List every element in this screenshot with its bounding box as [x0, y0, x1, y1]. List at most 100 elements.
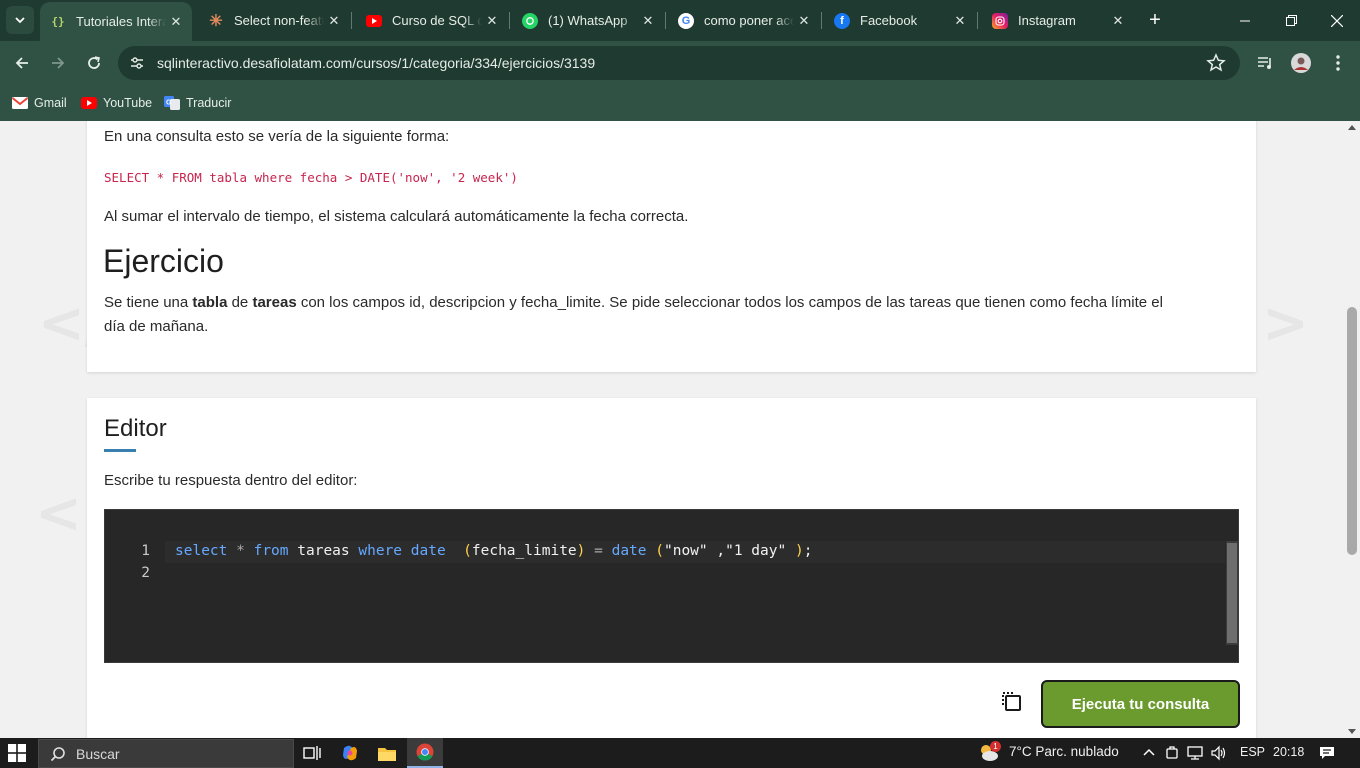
close-icon[interactable]: ✕ [324, 13, 344, 29]
close-icon[interactable]: ✕ [794, 13, 814, 29]
tab-google-search[interactable]: G como poner ace ✕ [668, 0, 820, 41]
token-function: date [611, 543, 647, 559]
chevron-up-icon[interactable] [1141, 745, 1157, 761]
token-paren: ) [794, 543, 804, 559]
reload-button[interactable] [80, 49, 108, 77]
close-icon[interactable]: ✕ [482, 13, 502, 29]
chevron-down-icon [15, 17, 25, 24]
bookmark-gmail[interactable]: Gmail [12, 92, 67, 114]
youtube-icon [81, 97, 97, 109]
tab-facebook[interactable]: f Facebook ✕ [824, 0, 976, 41]
forward-button[interactable] [44, 49, 72, 77]
editor-instruction: Escribe tu respuesta dentro del editor: [104, 472, 358, 489]
task-view-icon [303, 746, 321, 760]
token-keyword: from [253, 543, 289, 559]
tab-title: como poner ace [704, 13, 794, 28]
plus-icon: + [1149, 8, 1161, 31]
bookmarks-bar: Gmail YouTube G Traducir [0, 85, 1360, 121]
page-scrollbar[interactable] [1344, 121, 1360, 738]
close-icon[interactable]: ✕ [166, 14, 186, 30]
editor-scroll-thumb[interactable] [1227, 543, 1237, 643]
token-paren: ) [576, 543, 586, 559]
new-tab-button[interactable]: + [1143, 8, 1167, 32]
profile-avatar[interactable] [1288, 50, 1314, 76]
chrome-taskbar-button[interactable] [407, 738, 443, 768]
page-scroll-thumb[interactable] [1347, 307, 1357, 555]
lesson-intro: En una consulta esto se vería de la sigu… [104, 128, 450, 145]
tab-tutoriales[interactable]: {} Tutoriales Intera ✕ [40, 2, 192, 41]
weather-text[interactable]: 7°C Parc. nublado [1009, 744, 1119, 759]
copilot-button[interactable] [332, 738, 368, 768]
token-operator: * [236, 543, 245, 559]
editor-scrollbar[interactable] [1226, 541, 1238, 645]
tab-instagram[interactable]: Instagram ✕ [982, 0, 1134, 41]
volume-icon[interactable] [1210, 745, 1226, 761]
line-number: 2 [141, 565, 150, 581]
tab-select-non-featured[interactable]: ✳ Select non-featu ✕ [198, 0, 350, 41]
scroll-up-arrow-icon[interactable] [1348, 125, 1356, 130]
media-queue-icon [1258, 57, 1271, 69]
network-icon[interactable] [1187, 745, 1203, 761]
task-view-button[interactable] [294, 738, 330, 768]
google-translate-icon: G [164, 96, 180, 110]
code-line[interactable]: select * from tareas where date (fecha_l… [175, 543, 812, 559]
restore-button[interactable] [1268, 0, 1314, 41]
close-icon [1331, 14, 1343, 27]
address-bar[interactable]: sqlinteractivo.desafiolatam.com/cursos/1… [118, 46, 1240, 80]
avatar-icon [1291, 53, 1311, 73]
bookmark-youtube[interactable]: YouTube [81, 92, 152, 114]
tab-whatsapp[interactable]: (1) WhatsApp ✕ [512, 0, 664, 41]
bookmark-label: Gmail [34, 96, 67, 110]
bookmark-star-icon[interactable] [1206, 53, 1226, 73]
minimize-icon [1240, 20, 1250, 21]
onedrive-sync-icon[interactable] [1164, 745, 1180, 761]
page-viewport: </> > < En una consulta esto se vería de… [0, 121, 1344, 738]
editor-card: Editor Escribe tu respuesta dentro del e… [87, 398, 1256, 738]
notifications-icon[interactable] [1319, 745, 1335, 761]
close-window-button[interactable] [1314, 0, 1360, 41]
token-keyword: select [175, 543, 228, 559]
claude-sunburst-icon: ✳ [209, 12, 223, 30]
scroll-down-arrow-icon[interactable] [1348, 729, 1356, 734]
windows-start-icon[interactable] [8, 744, 26, 762]
tab-separator [665, 12, 666, 29]
site-settings-icon[interactable] [128, 54, 146, 72]
tab-search-button[interactable] [6, 6, 34, 34]
tab-title: Instagram [1018, 13, 1076, 28]
token-identifier: tareas [297, 543, 350, 559]
language-indicator[interactable]: ESP [1240, 745, 1265, 759]
sql-code-editor[interactable]: 1 2 select * from tareas where date (fec… [104, 509, 1239, 663]
windows-taskbar: Buscar 1 7°C Parc. nublado ESP 20:18 [0, 738, 1360, 768]
weather-alert-badge: 1 [990, 741, 1001, 752]
close-icon[interactable]: ✕ [638, 13, 658, 29]
bookmark-label: YouTube [103, 96, 153, 110]
token-punctuation: ; [803, 543, 813, 559]
back-button[interactable] [8, 49, 36, 77]
minimize-button[interactable] [1222, 0, 1268, 41]
close-icon[interactable]: ✕ [1108, 13, 1128, 29]
run-query-button[interactable]: Ejecuta tu consulta [1041, 680, 1240, 728]
close-icon[interactable]: ✕ [950, 13, 970, 29]
bookmark-label: Traducir [186, 96, 232, 110]
whatsapp-icon [522, 12, 538, 29]
media-controls-button[interactable] [1253, 50, 1279, 76]
gmail-icon [12, 97, 28, 109]
exercise-description: Se tiene una tabla de tareas con los cam… [104, 291, 1239, 315]
copy-icon[interactable] [1000, 690, 1024, 714]
browser-menu-button[interactable] [1325, 50, 1351, 76]
tab-curso-sql[interactable]: Curso de SQL de ✕ [356, 0, 508, 41]
tab-title: Facebook [860, 13, 918, 28]
bookmark-traducir[interactable]: G Traducir [164, 92, 231, 114]
exercise-heading: Ejercicio [103, 243, 224, 279]
taskbar-search[interactable]: Buscar [38, 739, 294, 768]
token-punctuation: , [716, 543, 726, 559]
token-string: "now" [663, 543, 708, 559]
clock[interactable]: 20:18 [1273, 745, 1304, 759]
search-placeholder: Buscar [76, 746, 120, 762]
svg-text:G: G [166, 100, 172, 107]
restore-icon [1285, 15, 1297, 26]
tab-title: Select non-featu [234, 13, 324, 28]
tab-separator [509, 12, 510, 29]
exercise-description-line2: día de mañana. [104, 318, 209, 335]
file-explorer-button[interactable] [369, 738, 405, 768]
